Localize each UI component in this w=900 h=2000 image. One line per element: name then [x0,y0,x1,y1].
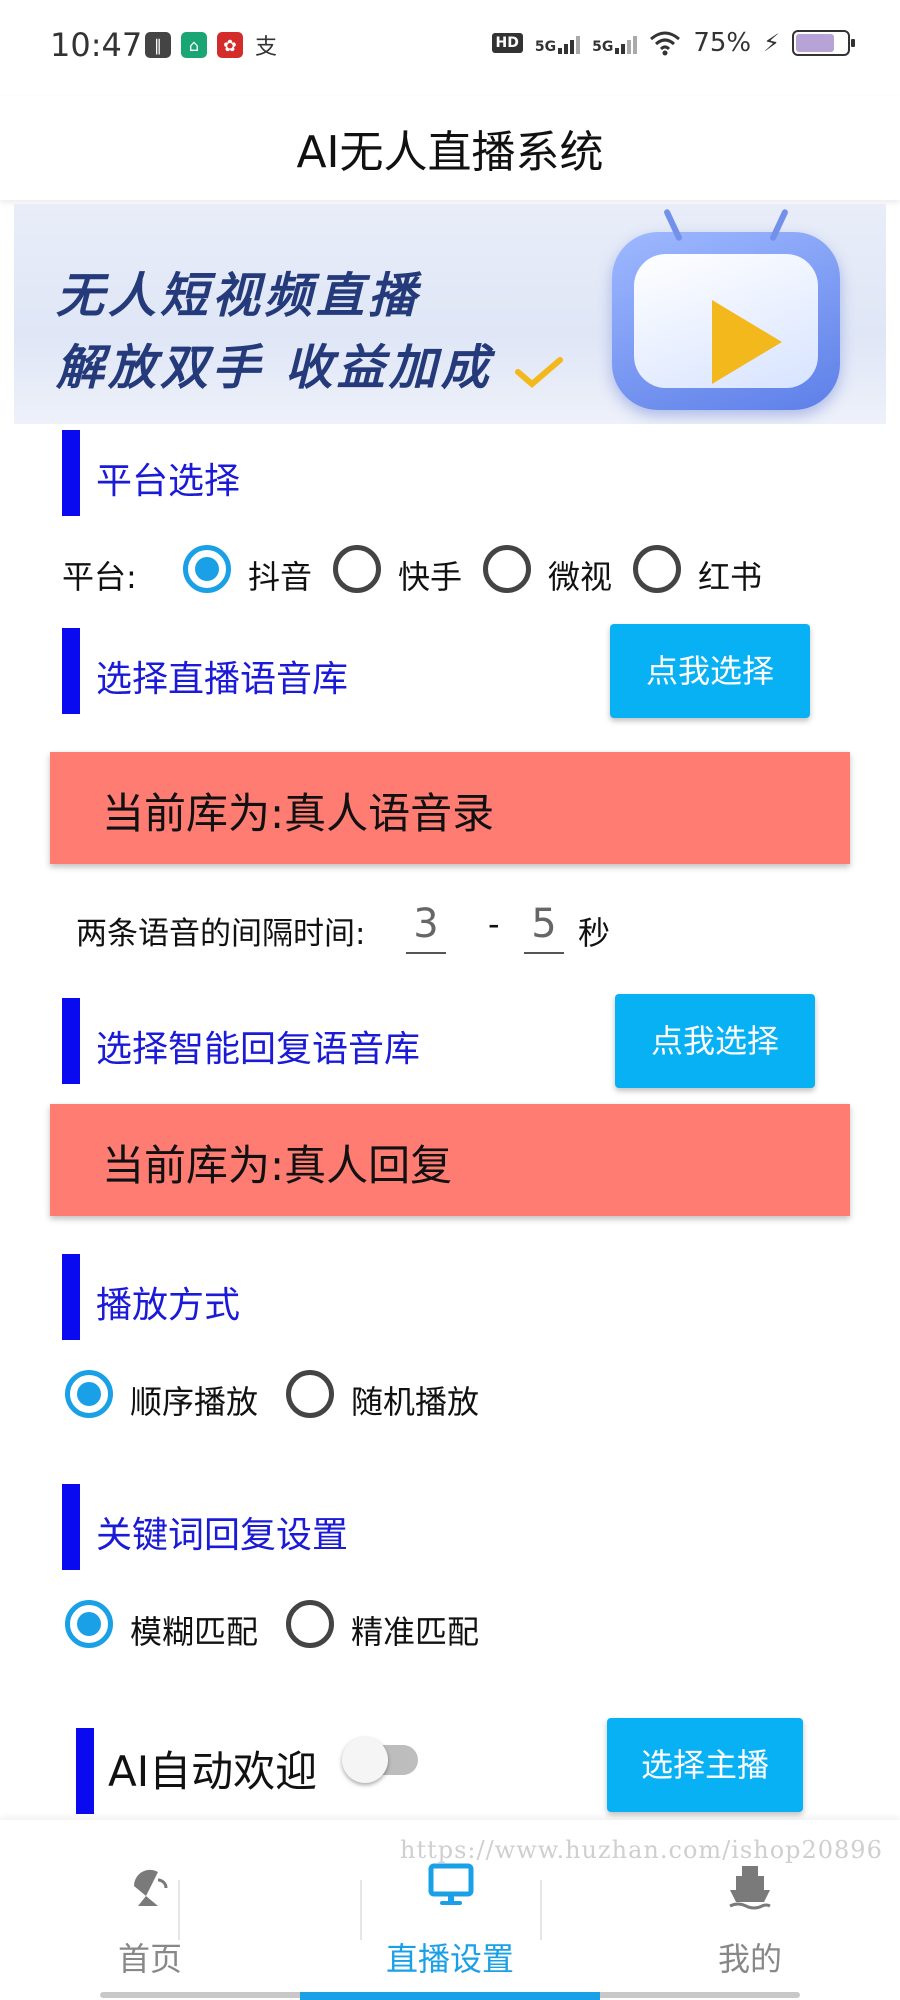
status-bar: 10:47 ∥ ⌂ ✿ 支 HD 5G 5G 75% ⚡ [0,0,900,96]
play-mode-radio-random[interactable] [286,1370,334,1418]
title-bar: AI无人直播系统 [0,96,900,200]
ai-welcome-title: AI自动欢迎 [108,1747,318,1796]
signal-1-icon: 5G [534,32,581,55]
tv-illustration [612,208,840,410]
current-reply-library-box: 当前库为:真人回复 [50,1104,850,1216]
banner-line-1: 无人短视频直播 [56,268,421,324]
nav-divider [178,1880,180,1940]
interval-min-input[interactable]: 3 [406,898,446,954]
play-mode-option-sequential[interactable]: 顺序播放 [130,1377,258,1423]
keyword-radio-fuzzy[interactable] [65,1600,113,1648]
play-mode-option-random[interactable]: 随机播放 [351,1377,479,1423]
reply-library-title: 选择智能回复语音库 [96,1029,421,1070]
play-mode-section-bar [62,1254,80,1340]
keyword-option-fuzzy[interactable]: 模糊匹配 [130,1607,258,1653]
notification-icons: ∥ ⌂ ✿ 支 [145,32,279,60]
platform-option-kuaishou[interactable]: 快手 [398,552,462,598]
status-right: HD 5G 5G 75% ⚡ [491,28,855,58]
keyword-option-exact[interactable]: 精准匹配 [351,1607,479,1653]
platform-section-title: 平台选择 [96,461,241,502]
current-voice-library-box: 当前库为:真人语音录 [50,752,850,864]
promo-banner: 无人短视频直播 解放双手 收益加成 [14,204,886,424]
current-voice-library-text: 当前库为:真人语音录 [102,789,495,838]
nav-label-mine: 我的 [717,1940,782,1978]
interval-separator: - [488,905,500,943]
voice-library-select-button[interactable]: 点我选择 [610,624,810,718]
nav-label-home: 首页 [117,1940,182,1978]
battery-icon [792,30,855,56]
charging-icon: ⚡ [763,29,780,57]
platform-section-bar [62,430,80,516]
interval-max-input[interactable]: 5 [524,898,564,954]
interval-label: 两条语音的间隔时间: [76,916,366,952]
select-anchor-button[interactable]: 选择主播 [607,1718,803,1812]
reply-library-select-button[interactable]: 点我选择 [615,994,815,1088]
platform-radio-douyin[interactable] [183,545,231,593]
status-time: 10:47 [50,26,143,64]
platform-label: 平台: [62,558,137,596]
platform-radio-weishi[interactable] [483,545,531,593]
signal-2-icon: 5G [592,32,638,55]
nav-label-live-settings: 直播设置 [385,1940,514,1978]
network-type-2: 5G [592,39,614,55]
play-icon [712,300,782,384]
platform-radio-hongshu[interactable] [633,545,681,593]
ai-welcome-toggle-knob[interactable] [342,1737,388,1783]
nav-divider [360,1880,362,1940]
play-mode-radio-sequential[interactable] [65,1370,113,1418]
platform-option-douyin[interactable]: 抖音 [248,552,312,598]
monitor-icon [428,1863,474,1905]
reply-library-section-bar [62,998,80,1084]
active-tab-indicator [300,1992,600,2000]
voice-app-icon: ∥ [145,32,171,58]
nav-item-home[interactable]: 首页 [0,1820,300,2000]
alipay-icon: 支 [254,35,277,60]
keyword-reply-section-bar [62,1484,80,1570]
checkmark-icon [515,357,563,388]
keyword-reply-title: 关键词回复设置 [96,1515,349,1556]
hd-icon: HD [491,33,523,53]
nav-divider [540,1880,542,1940]
voice-library-title: 选择直播语音库 [96,659,349,700]
banner-line-2: 解放双手 收益加成 [56,340,493,396]
interval-unit: 秒 [578,914,611,952]
play-mode-title: 播放方式 [96,1285,241,1326]
ship-icon [729,1866,771,1910]
page-title: AI无人直播系统 [296,127,604,178]
bank-app-icon: ⌂ [181,32,207,58]
network-type-1: 5G [534,39,557,55]
battery-percent: 75% [693,28,752,58]
platform-option-weishi[interactable]: 微视 [548,552,612,598]
ai-welcome-section-bar [76,1728,94,1814]
current-reply-library-text: 当前库为:真人回复 [102,1141,453,1190]
platform-option-hongshu[interactable]: 红书 [698,552,762,598]
voice-library-section-bar [62,628,80,714]
red-app-icon: ✿ [217,32,243,58]
keyword-radio-exact[interactable] [286,1600,334,1648]
satellite-dish-icon [133,1869,168,1906]
watermark: https://www.huzhan.com/ishop20896 [400,1836,883,1864]
platform-radio-kuaishou[interactable] [333,545,381,593]
wifi-icon [650,31,681,56]
